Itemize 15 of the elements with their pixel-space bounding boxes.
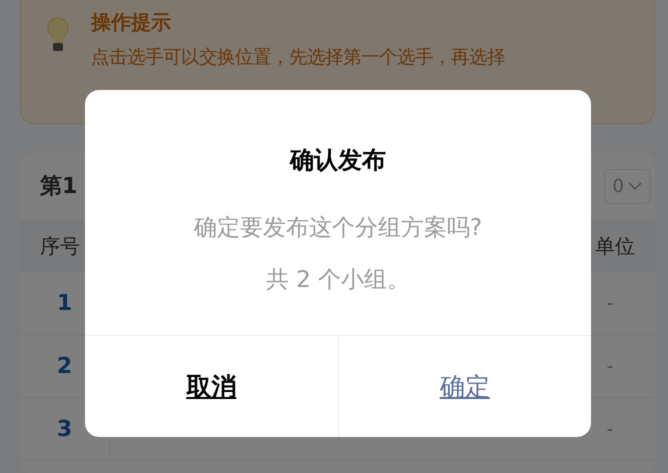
table-cell-text: - [606,292,614,316]
cancel-button[interactable]: 取消 [182,366,240,407]
table-cell-text: - [606,418,614,442]
dialog-title: 确认发布 [288,145,387,176]
table-cell-text: - [606,354,614,378]
dialog-message: 共 2 个小组。 [266,266,410,295]
chevron-down-icon [628,182,642,190]
confirm-button[interactable]: 确定 [436,366,494,407]
lightbulb-icon [47,17,69,53]
dialog-message: 确定要发布这个分组方案吗? [194,214,482,243]
column-header: 单位 [595,232,635,260]
hint-title: 操作提示 [91,9,172,36]
hint-text: 点击选手可以交换位置，先选择第一个选手，再选择 [91,46,506,70]
column-header: 序号 [40,232,80,260]
group-title: 第1 [40,173,78,201]
